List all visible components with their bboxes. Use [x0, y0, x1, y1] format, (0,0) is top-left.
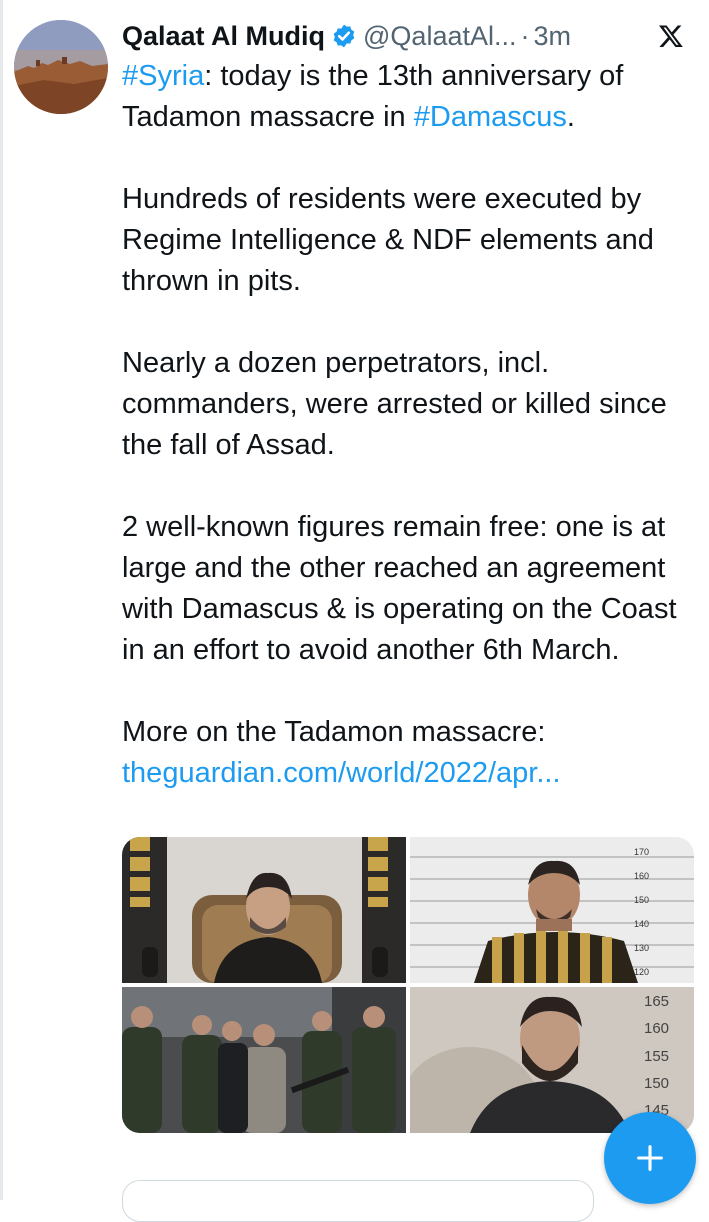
guardian-link[interactable]: theguardian.com/world/2022/apr...: [122, 757, 561, 789]
author-name[interactable]: Qalaat Al Mudiq: [122, 21, 325, 52]
paragraph-2: Hundreds of residents were executed by R…: [122, 183, 654, 297]
more-on-text: More on the Tadamon massacre:: [122, 716, 546, 748]
intro-period: .: [566, 101, 575, 133]
paragraph-4: 2 well-known figures remain free: one is…: [122, 511, 677, 666]
scale-label: 170: [634, 847, 650, 857]
hashtag-damascus[interactable]: #Damascus: [414, 101, 567, 133]
paragraph-5: More on the Tadamon massacre: theguardian…: [122, 712, 697, 794]
timestamp[interactable]: 3m: [534, 21, 572, 52]
verified-badge-icon: [333, 24, 355, 48]
plus-icon: [637, 1145, 663, 1171]
scale-label: 165: [644, 993, 670, 1010]
height-scale-1: 170 160 150 140 130 120: [634, 847, 674, 977]
x-logo-icon: [658, 25, 683, 48]
scale-label: 150: [644, 1074, 670, 1092]
separator-dot: ·: [520, 20, 530, 51]
compose-button[interactable]: [604, 1112, 696, 1204]
timeline-divider: [0, 0, 3, 1200]
scale-label: 150: [634, 895, 650, 905]
hashtag-syria[interactable]: #Syria: [122, 60, 204, 92]
scale-label: 160: [634, 871, 650, 881]
scale-label: 130: [634, 943, 650, 953]
scale-label: 140: [634, 919, 650, 929]
media-image-3[interactable]: [122, 987, 406, 1133]
tweet-body: #Syria: today is the 13th anniversary of…: [122, 56, 697, 794]
scale-label: 155: [644, 1047, 670, 1065]
media-image-2[interactable]: 170 160 150 140 130 120: [410, 837, 694, 983]
author-handle[interactable]: @QalaatAl...: [363, 21, 516, 52]
paragraph-3: Nearly a dozen perpetrators, incl. comma…: [122, 347, 667, 461]
media-image-1[interactable]: [122, 837, 406, 983]
media-grid: 170 160 150 140 130 120 165 160 155 150 …: [122, 837, 694, 1133]
scale-label: 160: [644, 1020, 670, 1038]
tweet-header: Qalaat Al Mudiq @QalaatAl... · 3m: [122, 14, 692, 58]
avatar[interactable]: [14, 20, 108, 114]
link-card-preview[interactable]: [122, 1180, 594, 1222]
paragraph-intro: #Syria: today is the 13th anniversary of…: [122, 56, 697, 138]
scale-label: 120: [634, 967, 650, 977]
height-scale-2: 165 160 155 150 145: [644, 993, 678, 1119]
